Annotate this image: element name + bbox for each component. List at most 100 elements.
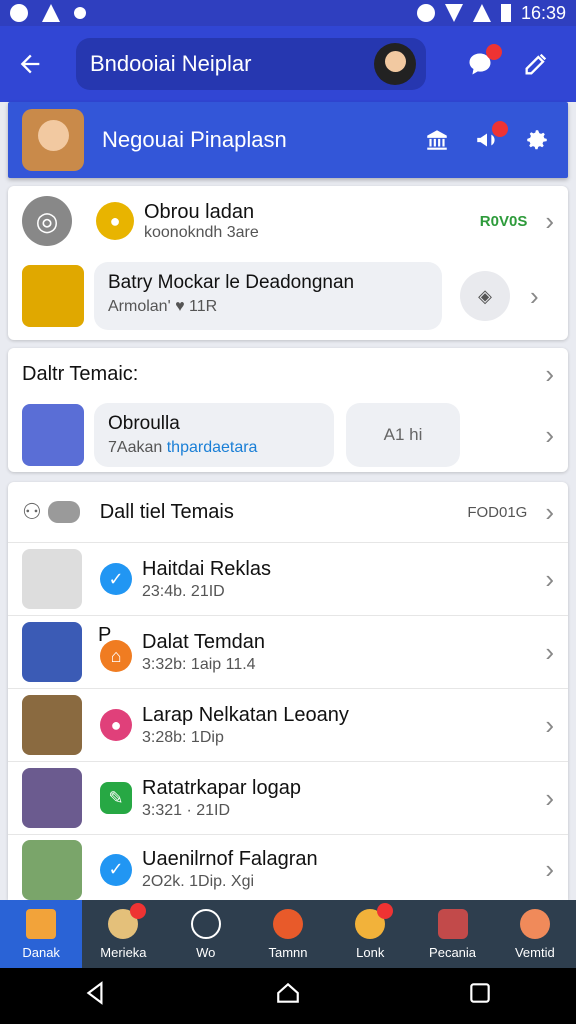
- nav-label: Pecania: [429, 944, 477, 960]
- section-title: Daltr Temaic:: [22, 362, 139, 385]
- notifications-button[interactable]: [474, 121, 508, 153]
- chevron-right-icon: ›: [545, 563, 554, 594]
- group-icon: [47, 501, 80, 523]
- list-item[interactable]: ✎ Ratatrkapar logap 3:321 · 21ID ›: [8, 761, 568, 834]
- recent-card: ◎ ● Obrou ladan koonokndh 3are R0V0S › B…: [8, 186, 568, 340]
- people-icon: ⚇: [22, 499, 42, 524]
- item-title: Uaenilrnof Falagran: [142, 848, 318, 870]
- item-subtitle-link[interactable]: thpardaetara: [167, 439, 258, 456]
- sync-icon: [416, 4, 435, 22]
- game-icon: [437, 908, 468, 939]
- section-header[interactable]: ⚇ Dall tiel Temais FOD01G ›: [8, 482, 568, 542]
- chevron-right-icon: ›: [545, 496, 554, 527]
- item-subtitle: 7Aakan: [108, 439, 163, 456]
- nav-label: Lonk: [356, 944, 385, 960]
- item-title: Obrou ladan: [144, 200, 255, 223]
- nav-label: Danak: [22, 944, 60, 960]
- nav-label: Tamnn: [268, 944, 308, 960]
- target-icon: ◎: [22, 196, 72, 246]
- item-title: Obroulla: [108, 413, 180, 434]
- section-title: Dall tiel Temais: [99, 500, 234, 523]
- list-item[interactable]: ● Larap Nelkatan Leoany 3:28b: 1Dip ›: [8, 688, 568, 761]
- dot-icon: [74, 7, 86, 19]
- edit-icon: [525, 53, 547, 75]
- chat-badge: [486, 44, 502, 60]
- square-recents-icon: [470, 982, 490, 1003]
- list-item[interactable]: Batry Mockar le Deadongnan Armolan' ♥ 11…: [8, 256, 568, 336]
- profile-avatar: [22, 109, 84, 171]
- gear-icon: [272, 908, 303, 939]
- user-avatar: [22, 622, 82, 682]
- settings-button[interactable]: [524, 127, 550, 153]
- nav-item-pecania[interactable]: Pecania: [411, 900, 493, 968]
- battery-icon: [500, 4, 511, 22]
- nav-item-wo[interactable]: Wo: [165, 900, 247, 968]
- chat-button[interactable]: [466, 44, 502, 78]
- section-tag: FOD01G: [467, 503, 528, 521]
- check-icon: ✓: [100, 563, 132, 595]
- notification-icon: [10, 4, 28, 22]
- app-bar: Bndooiai Neiplar: [0, 26, 576, 102]
- profile-name: Negouai Pinaplasn: [102, 127, 287, 152]
- list-item[interactable]: Obroulla 7Aakan thpardaetara A1 hi ›: [8, 400, 568, 470]
- edit-square-icon: ✎: [100, 782, 132, 814]
- home-button[interactable]: [424, 127, 450, 153]
- section-header[interactable]: Daltr Temaic: ›: [8, 348, 568, 400]
- chevron-right-icon: ›: [545, 419, 554, 450]
- daily-topic-card: Daltr Temaic: › Obroulla 7Aakan thpardae…: [8, 348, 568, 472]
- recents-nav-button[interactable]: [467, 980, 493, 1013]
- user-avatar: [22, 549, 82, 609]
- bank-icon: [427, 130, 447, 150]
- triangle-back-icon: [86, 980, 103, 1005]
- list-item[interactable]: ✓ Uaenilrnof Falagran 2O2k. 1Dip. Xgi ›: [8, 834, 568, 904]
- home-icon: [26, 908, 57, 939]
- app-title: Bndooiai Neiplar: [90, 51, 252, 76]
- compass-icon: [190, 908, 221, 939]
- nav-label: Vemtid: [514, 944, 555, 960]
- flag-icon: ●: [96, 202, 134, 240]
- item-subtitle: koonokndh 3are: [144, 223, 259, 241]
- topics-list-card: ⚇ Dall tiel Temais FOD01G › ✓ Haitdai Re…: [8, 482, 568, 900]
- nav-item-danak[interactable]: Danak: [0, 900, 83, 968]
- edit-button[interactable]: [522, 50, 550, 78]
- bottom-navigation: Danak Merieka Wo Tamnn Lonk Pecania Vemt…: [0, 900, 576, 968]
- user-avatar: [22, 404, 84, 466]
- item-subtitle: 3:321 · 21ID: [142, 801, 231, 819]
- chat-icon: [355, 902, 394, 939]
- item-title: Larap Nelkatan Leoany: [142, 703, 349, 726]
- item-title: Haitdai Reklas: [142, 557, 271, 580]
- status-bar: 16:39: [0, 0, 576, 26]
- signal-icon: [472, 4, 491, 22]
- check-icon: ✓: [100, 853, 132, 886]
- system-navigation: [0, 968, 576, 1024]
- gear-icon: [527, 130, 547, 150]
- list-item[interactable]: ◎ ● Obrou ladan koonokndh 3are R0V0S ›: [8, 186, 568, 256]
- face-icon: [108, 902, 147, 939]
- chevron-right-icon: ›: [530, 280, 539, 311]
- arrow-left-icon: [20, 54, 40, 74]
- item-title: Ratatrkapar logap: [142, 776, 301, 799]
- list-item[interactable]: P ⌂ Dalat Temdan 3:32b: 1aip 11.4 ›: [8, 615, 568, 688]
- item-subtitle: 3:32b: 1aip 11.4: [142, 655, 256, 673]
- nav-item-merieka[interactable]: Merieka: [82, 900, 164, 968]
- game-avatar: [22, 265, 84, 327]
- nav-item-vemtid[interactable]: Vemtid: [494, 900, 576, 968]
- notification-badge: [492, 121, 508, 137]
- gamepad-button[interactable]: ◈: [460, 271, 510, 321]
- avatar[interactable]: [374, 43, 416, 85]
- chevron-right-icon: ›: [545, 636, 554, 667]
- house-icon: ⌂: [100, 640, 132, 672]
- user-avatar: [22, 695, 82, 755]
- nav-item-lonk[interactable]: Lonk: [329, 900, 411, 968]
- nav-item-tamnn[interactable]: Tamnn: [247, 900, 329, 968]
- item-title: Batry Mockar le Deadongnan: [108, 272, 355, 293]
- time-chip: A1 hi: [346, 403, 460, 467]
- back-button[interactable]: [12, 46, 48, 82]
- list-item[interactable]: ✓ Haitdai Reklas 23:4b. 21ID ›: [8, 542, 568, 615]
- item-title: Dalat Temdan: [142, 630, 266, 653]
- home-nav-button[interactable]: [275, 980, 301, 1013]
- back-nav-button[interactable]: [83, 980, 109, 1013]
- title-pill[interactable]: Bndooiai Neiplar: [76, 38, 426, 90]
- profile-banner[interactable]: Negouai Pinaplasn: [8, 102, 568, 178]
- item-subtitle: 2O2k. 1Dip. Xgi: [142, 873, 255, 890]
